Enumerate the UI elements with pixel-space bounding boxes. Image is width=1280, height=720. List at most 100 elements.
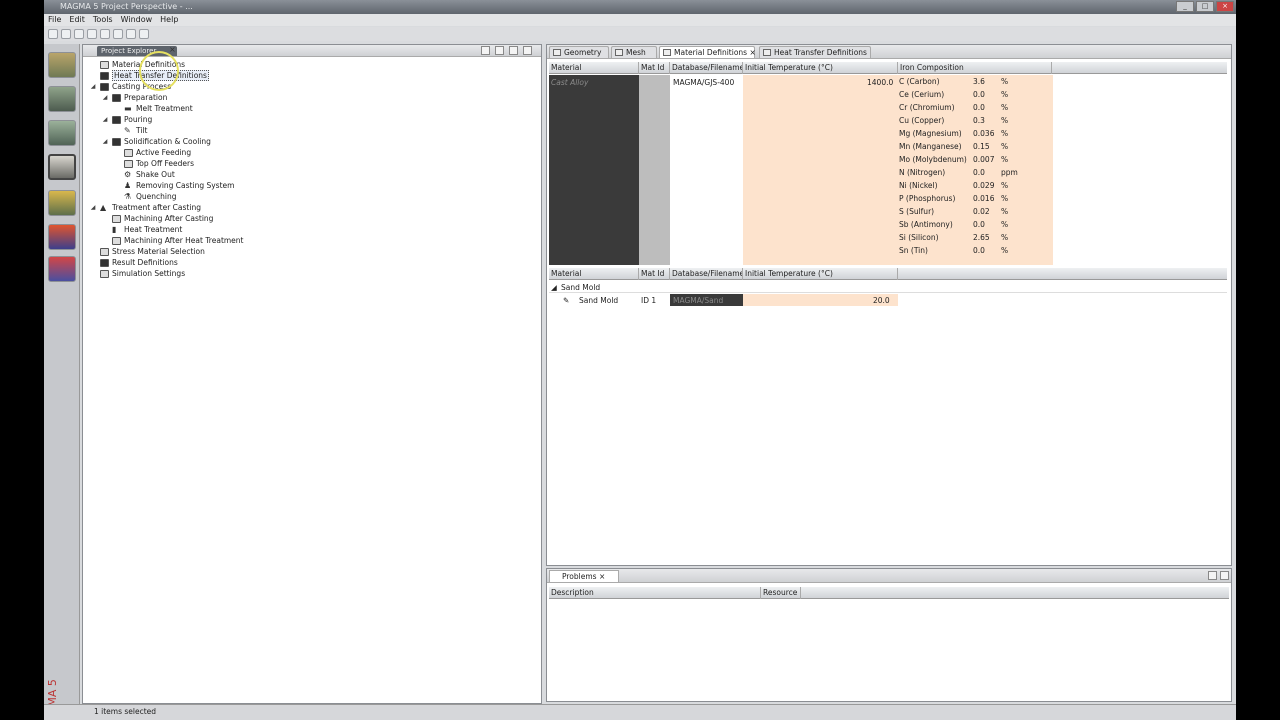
element-value[interactable]: 2.65	[973, 233, 990, 242]
new-icon[interactable]	[48, 29, 58, 39]
minimize-view-icon[interactable]	[509, 46, 518, 55]
simulation-perspective-icon[interactable]	[48, 190, 76, 216]
tree-item-shake-out[interactable]: ⚙ Shake Out	[113, 169, 175, 180]
material-cell-selected[interactable]: Cast Alloy	[549, 75, 639, 265]
save-all-icon[interactable]	[87, 29, 97, 39]
element-value[interactable]: 0.016	[973, 194, 994, 203]
tree-item-machining-after-heat-treatment[interactable]: Machining After Heat Treatment	[101, 235, 244, 246]
element-value[interactable]: 0.02	[973, 207, 990, 216]
minimize-button[interactable]: _	[1176, 1, 1194, 12]
element-value[interactable]: 3.6	[973, 77, 985, 86]
minimize-view-icon[interactable]	[1208, 571, 1217, 580]
composition-row[interactable]: S (Sulfur) 0.02%	[899, 207, 1049, 220]
post-perspective-icon[interactable]	[48, 256, 76, 282]
element-value[interactable]: 0.15	[973, 142, 990, 151]
composition-row[interactable]: Ce (Cerium) 0.0%	[899, 90, 1049, 103]
composition-row[interactable]: Sn (Tin) 0.0%	[899, 246, 1049, 259]
composition-row[interactable]: P (Phosphorus) 0.016%	[899, 194, 1049, 207]
tree-item-melt-treatment[interactable]: ▬ Melt Treatment	[113, 103, 193, 114]
project-perspective-icon[interactable]	[48, 154, 76, 180]
open-icon[interactable]	[61, 29, 71, 39]
tree-item-result-definitions[interactable]: Result Definitions	[89, 257, 178, 268]
collapse-all-icon[interactable]	[481, 46, 490, 55]
tab-heat-transfer-definitions[interactable]: Heat Transfer Definitions	[759, 46, 871, 58]
tree-item-heat-treatment[interactable]: ▮ Heat Treatment	[101, 224, 182, 235]
element-value[interactable]: 0.3	[973, 116, 985, 125]
maximize-view-icon[interactable]	[523, 46, 532, 55]
stop-icon[interactable]	[113, 29, 123, 39]
col-database[interactable]: Database/Filename	[670, 62, 743, 74]
element-value[interactable]: 0.007	[973, 155, 994, 164]
tree-item-removing-casting-system[interactable]: ♟ Removing Casting System	[113, 180, 234, 191]
tree-item-machining-after-casting[interactable]: Machining After Casting	[101, 213, 213, 224]
col-mat-id[interactable]: Mat Id	[639, 62, 670, 74]
initial-temperature-value[interactable]: 1400.0	[867, 78, 893, 87]
col-iron-composition[interactable]: Iron Composition	[898, 62, 1052, 74]
maximize-view-icon[interactable]	[1220, 571, 1229, 580]
close-icon[interactable]: ×	[599, 572, 605, 581]
close-icon[interactable]: ×	[169, 45, 176, 54]
database-cell[interactable]: MAGMA/GJS-400	[670, 75, 743, 265]
composition-row[interactable]: Ni (Nickel) 0.029%	[899, 181, 1049, 194]
composition-row[interactable]: Cr (Chromium) 0.0%	[899, 103, 1049, 116]
sand-mold-row[interactable]: ✎ Sand Mold ID 1 MAGMA/Sand 20.0	[549, 294, 1227, 306]
col-initial-temperature[interactable]: Initial Temperature (°C)	[743, 62, 898, 74]
composition-row[interactable]: Sb (Antimony) 0.0%	[899, 220, 1049, 233]
mold-temperature-cell[interactable]: 20.0	[743, 294, 898, 306]
maximize-button[interactable]: □	[1196, 1, 1214, 12]
close-icon[interactable]: ×	[749, 48, 755, 57]
expand-arrow-icon[interactable]: ◢	[89, 204, 97, 211]
tree-item-preparation[interactable]: ◢ Preparation	[101, 92, 168, 103]
link-editor-icon[interactable]	[495, 46, 504, 55]
element-value[interactable]: 0.0	[973, 103, 985, 112]
tree-item-active-feeding[interactable]: Active Feeding	[113, 147, 191, 158]
tree-item-tilt[interactable]: ✎ Tilt	[113, 125, 147, 136]
menu-edit[interactable]: Edit	[69, 15, 85, 25]
element-value[interactable]: 0.0	[973, 220, 985, 229]
menu-file[interactable]: File	[48, 15, 61, 25]
col-mat-id[interactable]: Mat Id	[639, 268, 670, 280]
menu-tools[interactable]: Tools	[93, 15, 113, 25]
tree-item-treatment-after-casting[interactable]: ◢ ▲ Treatment after Casting	[89, 202, 201, 213]
element-value[interactable]: 0.0	[973, 90, 985, 99]
close-button[interactable]: ×	[1216, 1, 1234, 12]
expand-arrow-icon[interactable]: ◢	[89, 83, 97, 90]
results-perspective-icon[interactable]	[48, 224, 76, 250]
mat-id-cell[interactable]	[639, 75, 670, 265]
col-resource[interactable]: Resource	[761, 587, 801, 599]
col-material[interactable]: Material	[549, 268, 639, 280]
expand-arrow-icon[interactable]: ◢	[101, 138, 109, 145]
col-initial-temperature[interactable]: Initial Temperature (°C)	[743, 268, 898, 280]
composition-row[interactable]: Mg (Magnesium) 0.036%	[899, 129, 1049, 142]
tree-item-stress-material-selection[interactable]: Stress Material Selection	[89, 246, 205, 257]
composition-row[interactable]: Cu (Copper) 0.3%	[899, 116, 1049, 129]
composition-row[interactable]: N (Nitrogen) 0.0 ppm	[899, 168, 1049, 181]
element-value[interactable]: 0.0	[973, 168, 985, 177]
col-material[interactable]: Material	[549, 62, 639, 74]
menu-help[interactable]: Help	[160, 15, 178, 25]
tree-item-top-off-feeders[interactable]: Top Off Feeders	[113, 158, 194, 169]
collapse-arrow-icon[interactable]: ◢	[551, 283, 557, 292]
tab-problems[interactable]: Problems ×	[549, 570, 619, 582]
col-database[interactable]: Database/Filename	[670, 268, 743, 280]
mold-database-cell[interactable]: MAGMA/Sand	[670, 294, 743, 306]
composition-row[interactable]: C (Carbon) 3.6%	[899, 77, 1049, 90]
element-value[interactable]: 0.036	[973, 129, 994, 138]
geometry-perspective-icon[interactable]	[48, 52, 76, 78]
element-value[interactable]: 0.029	[973, 181, 994, 190]
help-icon[interactable]	[139, 29, 149, 39]
mesh-perspective-icon[interactable]	[48, 86, 76, 112]
col-description[interactable]: Description	[549, 587, 761, 599]
composition-row[interactable]: Si (Silicon) 2.65%	[899, 233, 1049, 246]
expand-arrow-icon[interactable]: ◢	[101, 116, 109, 123]
tab-geometry[interactable]: Geometry	[549, 46, 609, 58]
tree-item-solidification-cooling[interactable]: ◢ Solidification & Cooling	[101, 136, 211, 147]
settings-icon[interactable]	[126, 29, 136, 39]
menu-window[interactable]: Window	[121, 15, 153, 25]
tree-item-quenching[interactable]: ⚗ Quenching	[113, 191, 177, 202]
sand-mold-group-row[interactable]: ◢ Sand Mold	[549, 281, 1227, 293]
tab-material-definitions[interactable]: Material Definitions ×	[659, 46, 756, 58]
tree-item-pouring[interactable]: ◢ Pouring	[101, 114, 153, 125]
run-icon[interactable]	[100, 29, 110, 39]
save-icon[interactable]	[74, 29, 84, 39]
